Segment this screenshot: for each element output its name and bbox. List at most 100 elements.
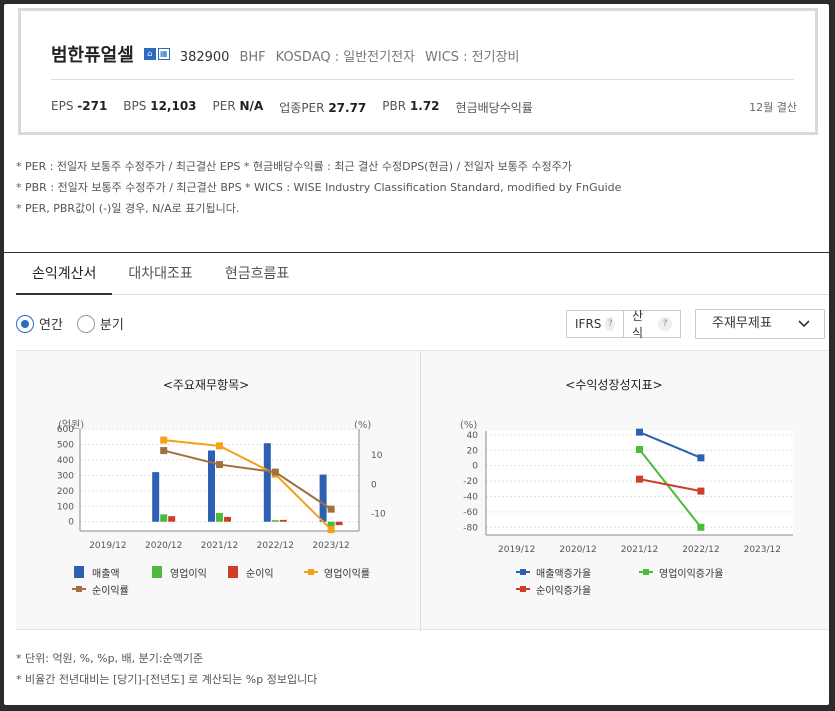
market-info: KOSDAQ : 일반전기전자 xyxy=(275,50,416,65)
bar-영업이익 xyxy=(271,520,279,522)
formula-label: 산식 xyxy=(632,309,644,340)
company-title-row: 범한퓨얼셀 ⌂ ▦ 382900 BHF KOSDAQ : 일반전기전자 WIC… xyxy=(51,41,520,67)
y-tick-label: -80 xyxy=(463,523,478,533)
radio-annual[interactable]: 연간 xyxy=(16,314,63,333)
x-tick-label: 2020/12 xyxy=(145,541,182,551)
bar-영업이익 xyxy=(216,512,223,522)
tab-cash-flow[interactable]: 현금흐름표 xyxy=(209,256,305,295)
y-tick-label: 500 xyxy=(57,440,74,450)
point-순이익률 xyxy=(160,447,168,455)
point-영업이익증가율 xyxy=(697,523,705,531)
x-tick-label: 2020/12 xyxy=(559,545,596,555)
unit-notes: * 단위: 억원, %, %p, 배, 분기:순액기준 * 비율간 전년대비는 … xyxy=(16,648,317,690)
radio-quarter[interactable]: 분기 xyxy=(76,314,124,333)
bar-매출액 xyxy=(319,474,327,522)
bar-매출액 xyxy=(152,472,160,522)
y2-tick-label: -10 xyxy=(371,510,386,520)
y-tick-label: -60 xyxy=(463,508,478,518)
point-매출액증가율 xyxy=(697,454,705,462)
building-icon[interactable]: ▦ xyxy=(157,48,170,60)
legend-marker xyxy=(76,586,82,592)
help-icon[interactable]: ? xyxy=(605,317,615,331)
fiscal-month: 12월 결산 xyxy=(749,101,797,114)
legend-label: 순이익 xyxy=(246,568,274,580)
note-line: * 비율간 전년대비는 [당기]-[전년도] 로 계산되는 %p 정보입니다 xyxy=(16,673,318,686)
point-순이익률 xyxy=(216,461,223,469)
note-line: * PER : 전일자 보통주 수정주가 / 최근결산 EPS * 현금배당수익… xyxy=(16,160,572,173)
x-tick-label: 2021/12 xyxy=(621,545,658,555)
legend-label: 매출액 xyxy=(92,568,120,580)
metric-per: PER N/A xyxy=(212,99,264,113)
legend-label: 영업이익률 xyxy=(324,567,370,580)
statement-type-value: 주재무제표 xyxy=(712,316,772,331)
y-tick-label: 20 xyxy=(467,446,479,456)
bar-순이익 xyxy=(335,521,343,526)
statement-type-select[interactable]: 주재무제표 xyxy=(695,309,825,339)
legend-swatch xyxy=(228,566,238,578)
axis-label-left: (%) xyxy=(460,420,477,431)
metric-bps: BPS 12,103 xyxy=(123,99,197,113)
y-tick-label: 400 xyxy=(57,456,74,466)
bar-매출액 xyxy=(263,443,271,522)
x-tick-label: 2022/12 xyxy=(682,545,719,555)
legend-label: 영업이익증가율 xyxy=(659,567,723,580)
point-영업이익증가율 xyxy=(636,445,643,453)
note-line: * 단위: 억원, %, %p, 배, 분기:순액기준 xyxy=(16,652,204,665)
x-tick-label: 2023/12 xyxy=(744,545,781,555)
metric-industry-per: 업종PER 27.77 xyxy=(279,101,367,115)
chevron-down-icon xyxy=(798,310,810,348)
legend-marker xyxy=(520,586,526,592)
tab-balance-sheet[interactable]: 대차대조표 xyxy=(112,256,208,295)
y-tick-label: 0 xyxy=(472,462,478,472)
tab-income-statement[interactable]: 손익계산서 xyxy=(16,256,113,295)
ifrs-button[interactable]: IFRS ? xyxy=(566,310,624,338)
x-tick-label: 2019/12 xyxy=(498,545,535,555)
y-tick-label: 600 xyxy=(57,425,74,435)
legend-label: 영업이익 xyxy=(170,567,207,580)
stock-code: 382900 xyxy=(179,50,230,65)
y-tick-label: -20 xyxy=(463,477,478,487)
help-icon[interactable]: ? xyxy=(658,317,672,331)
point-순이익률 xyxy=(271,468,279,476)
chart-area: <주요재무항목> (억원) (%) 0 100 200 300 400 500 600 -10 0 10… xyxy=(16,350,829,631)
x-tick-label: 2023/12 xyxy=(312,541,349,551)
y-tick-label: 300 xyxy=(57,471,74,481)
point-영업이익률 xyxy=(216,442,223,450)
bar-순이익 xyxy=(279,519,287,522)
page-frame: 범한퓨얼셀 ⌂ ▦ 382900 BHF KOSDAQ : 일반전기전자 WIC… xyxy=(4,4,829,705)
section-rule xyxy=(4,252,829,253)
bar-순이익 xyxy=(168,516,176,522)
point-영업이익률 xyxy=(327,526,335,534)
y2-tick-label: 0 xyxy=(371,480,377,490)
ifrs-label: IFRS xyxy=(575,317,602,331)
y-tick-label: 200 xyxy=(57,487,74,497)
radio-annual-dot[interactable] xyxy=(16,314,34,333)
point-순이익증가율 xyxy=(697,487,705,495)
legend-label: 매출액증가율 xyxy=(536,568,591,580)
definition-notes: * PER : 전일자 보통주 수정주가 / 최근결산 EPS * 현금배당수익… xyxy=(16,156,621,219)
y-tick-label: 40 xyxy=(467,431,479,441)
x-tick-label: 2022/12 xyxy=(257,541,294,551)
y-tick-label: 0 xyxy=(68,518,74,528)
note-line: * PBR : 전일자 보통주 수정주가 / 최근결산 BPS * WICS :… xyxy=(16,181,622,194)
point-영업이익률 xyxy=(160,436,168,444)
formula-button[interactable]: 산식 ? xyxy=(623,309,681,340)
home-icon[interactable]: ⌂ xyxy=(143,48,156,60)
chart-title: <주요재무항목> xyxy=(163,378,249,392)
legend-label: 순이익률 xyxy=(92,585,129,597)
radio-quarter-dot[interactable] xyxy=(76,314,95,333)
x-tick-label: 2019/12 xyxy=(89,541,126,551)
statement-tabs: 손익계산서 대차대조표 현금흐름표 xyxy=(16,256,829,295)
point-매출액증가율 xyxy=(636,428,643,436)
legend-marker xyxy=(643,569,649,575)
radio-annual-label: 연간 xyxy=(39,318,63,333)
point-순이익증가율 xyxy=(636,475,643,483)
legend-swatch xyxy=(74,566,84,578)
chart-title: <수익성장성지표> xyxy=(565,378,662,392)
radio-quarter-label: 분기 xyxy=(99,318,124,333)
y-tick-label: -40 xyxy=(463,492,478,502)
metric-dividend-yield: 현금배당수익률 xyxy=(455,101,533,115)
summary-divider xyxy=(51,79,794,80)
y-tick-label: 100 xyxy=(57,502,74,512)
wics-info: WICS : 전기장비 xyxy=(425,50,520,65)
